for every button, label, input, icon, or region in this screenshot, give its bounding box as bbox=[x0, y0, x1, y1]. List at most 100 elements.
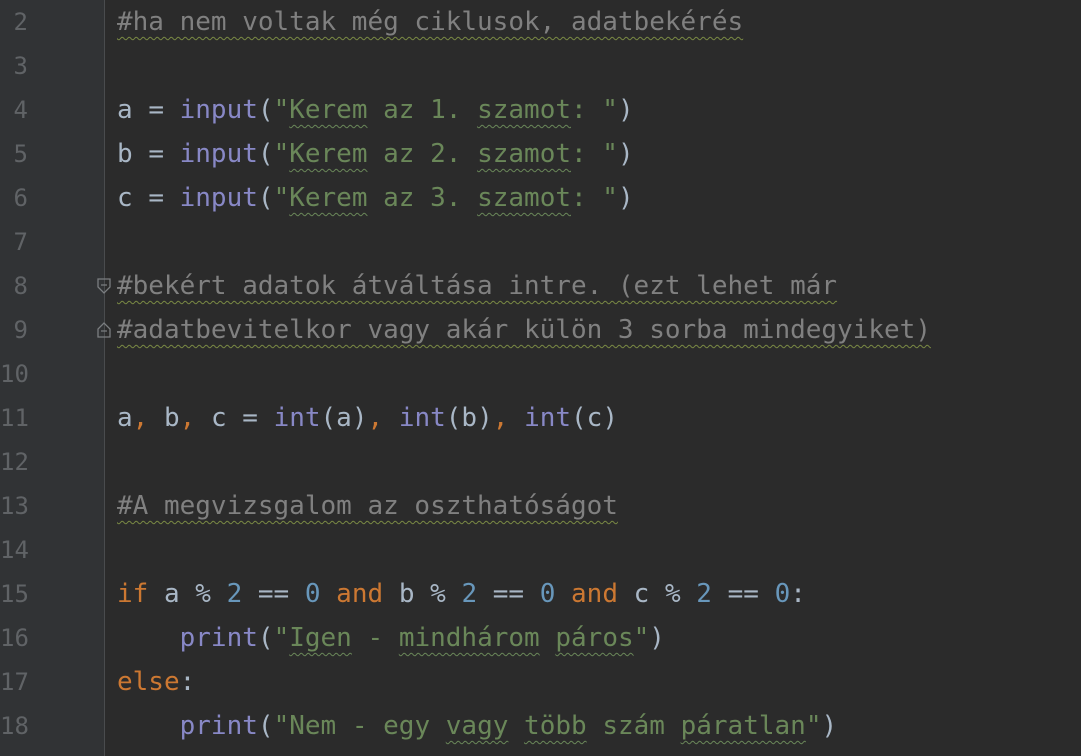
code-line[interactable]: 7 bbox=[0, 220, 1081, 264]
code-text[interactable]: c = input("Kerem az 3. szamot: ") bbox=[117, 176, 634, 220]
code-token: , bbox=[367, 403, 399, 433]
code-token: páros bbox=[555, 623, 634, 653]
code-token: (a) bbox=[320, 403, 368, 433]
code-text[interactable]: a, b, c = int(a), int(b), int(c) bbox=[117, 396, 618, 440]
code-token: páratlan bbox=[680, 711, 806, 741]
code-token: ( bbox=[257, 183, 274, 213]
code-token: : " bbox=[571, 183, 618, 213]
code-line[interactable]: 13 #A megvizsgalom az oszthatóságot bbox=[0, 484, 1081, 528]
code-line[interactable]: 2 #ha nem voltak még ciklusok, adatbekéré… bbox=[0, 0, 1081, 44]
code-token: ) bbox=[821, 711, 838, 741]
code-token: Kerem bbox=[289, 183, 368, 213]
code-line[interactable]: 17 else: bbox=[0, 660, 1081, 704]
code-token: input bbox=[179, 139, 258, 169]
code-token: több bbox=[524, 711, 587, 741]
code-token: ) bbox=[617, 139, 634, 169]
fold-start-icon[interactable] bbox=[95, 277, 113, 295]
code-line[interactable]: 16 print("Igen - mindhárom páros") bbox=[0, 616, 1081, 660]
code-token: (b) bbox=[445, 403, 493, 433]
code-token: " bbox=[273, 183, 290, 213]
code-text[interactable]: #adatbevitelkor vagy akár külön 3 sorba … bbox=[117, 308, 931, 352]
code-line[interactable]: 8 #bekért adatok átváltása intre. (ezt le… bbox=[0, 264, 1081, 308]
code-token: szamot bbox=[477, 183, 571, 213]
code-token: , bbox=[492, 403, 525, 433]
code-line[interactable]: 12 bbox=[0, 440, 1081, 484]
code-token: 0 bbox=[774, 579, 791, 609]
code-token: and bbox=[555, 579, 634, 609]
code-token: #A megvizsgalom az oszthatóságot bbox=[117, 491, 618, 521]
code-token: int bbox=[524, 403, 572, 433]
code-token: a bbox=[117, 95, 149, 125]
code-line[interactable]: 10 bbox=[0, 352, 1081, 396]
code-line[interactable]: 14 bbox=[0, 528, 1081, 572]
code-text[interactable]: b = input("Kerem az 2. szamot: ") bbox=[117, 132, 634, 176]
code-line[interactable]: 4 a = input("Kerem az 1. szamot: ") bbox=[0, 88, 1081, 132]
code-token: ( bbox=[257, 139, 274, 169]
code-token: " bbox=[273, 711, 290, 741]
code-token: b bbox=[163, 403, 180, 433]
code-text[interactable]: #ha nem voltak még ciklusok, adatbekérés bbox=[117, 0, 743, 44]
line-number: 18 bbox=[0, 712, 29, 740]
line-number: 17 bbox=[0, 668, 29, 696]
code-text[interactable]: #bekért adatok átváltása intre. (ezt leh… bbox=[117, 264, 837, 308]
code-token: == bbox=[477, 579, 540, 609]
line-number: 10 bbox=[0, 360, 29, 388]
line-number: 14 bbox=[0, 536, 29, 564]
code-line[interactable]: 11 a, b, c = int(a), int(b), int(c) bbox=[0, 396, 1081, 440]
code-token: b bbox=[117, 139, 149, 169]
line-number: 3 bbox=[13, 52, 28, 80]
code-token: : bbox=[179, 667, 196, 697]
code-text[interactable]: print("Igen - mindhárom páros") bbox=[117, 616, 665, 660]
fold-end-icon[interactable] bbox=[95, 321, 113, 339]
code-token: c % bbox=[633, 579, 697, 609]
line-number: 4 bbox=[13, 96, 28, 124]
code-token: Kerem bbox=[289, 95, 368, 125]
code-token: int bbox=[398, 403, 446, 433]
line-number: 9 bbox=[13, 316, 28, 344]
code-line[interactable]: 15 if a % 2 == 0 and b % 2 == 0 and c % 2… bbox=[0, 572, 1081, 616]
code-token: #adatbevitelkor vagy akár külön 3 sorba … bbox=[117, 315, 931, 345]
code-text[interactable]: #A megvizsgalom az oszthatóságot bbox=[117, 484, 618, 528]
code-token: == bbox=[711, 579, 775, 609]
code-line[interactable]: 18 print("Nem - egy vagy több szám párat… bbox=[0, 704, 1081, 748]
code-text[interactable]: print("Nem - egy vagy több szám páratlan… bbox=[117, 704, 838, 748]
code-token: if bbox=[117, 579, 164, 609]
code-token: input bbox=[179, 95, 258, 125]
code-text[interactable]: else: bbox=[117, 660, 195, 704]
code-text[interactable]: a = input("Kerem az 1. szamot: ") bbox=[117, 88, 634, 132]
code-token: 2 bbox=[461, 579, 478, 609]
code-token: 0 bbox=[304, 579, 321, 609]
code-token: szamot bbox=[477, 95, 571, 125]
code-token: szám bbox=[586, 711, 681, 741]
code-token: = bbox=[148, 95, 180, 125]
line-number: 8 bbox=[13, 272, 28, 300]
code-token: a bbox=[117, 403, 133, 433]
code-editor[interactable]: 2 #ha nem voltak még ciklusok, adatbekéré… bbox=[0, 0, 1081, 756]
code-line[interactable]: 6 c = input("Kerem az 3. szamot: ") bbox=[0, 176, 1081, 220]
code-token: Igen bbox=[289, 623, 352, 653]
code-line[interactable]: 3 bbox=[0, 44, 1081, 88]
code-token: " bbox=[633, 623, 650, 653]
code-line[interactable]: 5 b = input("Kerem az 2. szamot: ") bbox=[0, 132, 1081, 176]
code-token: ) bbox=[617, 95, 634, 125]
code-line[interactable]: 9 #adatbevitelkor vagy akár külön 3 sorba… bbox=[0, 308, 1081, 352]
code-token: print bbox=[179, 623, 258, 653]
code-token: int bbox=[273, 403, 321, 433]
line-number: 13 bbox=[0, 492, 29, 520]
code-token: - bbox=[351, 623, 399, 653]
code-token: " bbox=[273, 139, 290, 169]
code-token: ( bbox=[257, 623, 274, 653]
line-number: 16 bbox=[0, 624, 29, 652]
line-number: 5 bbox=[13, 140, 28, 168]
code-token: c = bbox=[210, 403, 274, 433]
code-token: ) bbox=[649, 623, 665, 653]
code-token: 0 bbox=[539, 579, 556, 609]
code-token: else bbox=[117, 667, 180, 697]
code-token: 2 bbox=[696, 579, 712, 609]
code-token: #ha nem voltak még ciklusok, adatbekérés bbox=[117, 7, 744, 37]
code-text[interactable]: if a % 2 == 0 and b % 2 == 0 and c % 2 =… bbox=[117, 572, 806, 616]
code-token: #bekért adatok átváltása intre. (ezt leh… bbox=[117, 271, 838, 301]
